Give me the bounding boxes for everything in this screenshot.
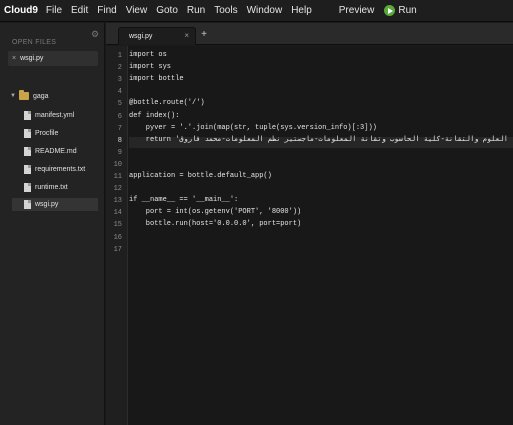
file-label: requirements.txt xyxy=(35,166,86,173)
menu-find[interactable]: Find xyxy=(97,5,116,16)
close-icon[interactable]: × xyxy=(12,55,16,62)
preview-button[interactable]: Preview xyxy=(339,5,375,16)
tab-bar: wsgi.py × + xyxy=(106,23,513,45)
sidebar: ⚙ OPEN FILES × wsgi.py ▼ gaga manifest.y… xyxy=(0,23,105,425)
code-line[interactable]: import bottle xyxy=(129,74,184,85)
code-line[interactable]: return 'إجابة العلوم والتقانة-كلية الحاس… xyxy=(129,135,513,146)
line-number: 4 xyxy=(117,88,122,97)
line-number: 11 xyxy=(113,173,122,181)
file-item-wsgi[interactable]: wsgi.py xyxy=(12,198,98,211)
file-icon xyxy=(24,129,31,138)
chevron-down-icon[interactable]: ▼ xyxy=(10,93,16,99)
line-number: 13 xyxy=(113,197,122,206)
file-icon xyxy=(24,165,31,174)
menu-window[interactable]: Window xyxy=(247,5,283,16)
line-number: 12 xyxy=(113,185,122,194)
code-line[interactable]: def index(): xyxy=(129,111,179,122)
file-label: README.md xyxy=(35,148,77,155)
app-brand[interactable]: Cloud9 xyxy=(4,5,38,16)
line-number: 8 xyxy=(117,136,122,145)
line-number: 9 xyxy=(117,148,122,157)
code-line[interactable]: port = int(os.getenv('PORT', '8000')) xyxy=(129,207,301,218)
close-icon[interactable]: × xyxy=(184,31,189,40)
line-number: 3 xyxy=(117,76,122,85)
new-tab-button[interactable]: + xyxy=(198,29,210,41)
menu-tools[interactable]: Tools xyxy=(214,5,237,16)
gear-icon[interactable]: ⚙ xyxy=(91,30,99,39)
file-item-procfile[interactable]: Procfile xyxy=(12,127,98,140)
code-line[interactable]: import os xyxy=(129,50,167,61)
run-icon xyxy=(384,5,396,16)
line-number: 15 xyxy=(113,221,122,230)
code-line[interactable]: pyver = '.'.join(map(str, tuple(sys.vers… xyxy=(129,123,377,134)
open-file-label: wsgi.py xyxy=(20,55,44,62)
menu-file[interactable]: File xyxy=(46,5,62,16)
menu-goto[interactable]: Goto xyxy=(156,5,178,16)
file-icon xyxy=(24,147,31,156)
code-line[interactable]: if __name__ == '__main__': xyxy=(129,195,238,206)
run-button[interactable]: Run xyxy=(384,5,417,16)
menu-view[interactable]: View xyxy=(126,5,148,16)
file-item-readme[interactable]: README.md xyxy=(12,145,98,158)
file-icon xyxy=(24,200,31,209)
line-number: 14 xyxy=(113,209,122,218)
code-line[interactable]: import sys xyxy=(129,62,171,73)
file-label: wsgi.py xyxy=(35,201,59,208)
line-number: 1 xyxy=(117,52,122,60)
tab-wsgi[interactable]: wsgi.py × xyxy=(118,27,196,45)
folder-label: gaga xyxy=(32,92,49,100)
run-label: Run xyxy=(398,5,417,16)
code-line[interactable]: bottle.run(host='0.0.0.0', port=port) xyxy=(129,219,301,230)
menu-bar: Cloud9 File Edit Find View Goto Run Tool… xyxy=(0,0,513,22)
open-files-label: OPEN FILES xyxy=(12,39,57,46)
code-line[interactable]: application = bottle.default_app() xyxy=(129,171,272,182)
file-label: runtime.txt xyxy=(35,184,68,191)
line-number: 10 xyxy=(113,160,122,169)
folder-icon xyxy=(18,90,29,100)
line-number: 2 xyxy=(117,64,122,73)
code-editor[interactable]: 1 2 3 4 5 6 7 8 9 10 11 12 13 14 15 16 17 import os impor… xyxy=(106,46,513,425)
file-item-runtime[interactable]: runtime.txt xyxy=(12,181,98,194)
line-number: 6 xyxy=(117,112,122,121)
line-number: 5 xyxy=(117,100,122,109)
file-item-manifest[interactable]: manifest.yml xyxy=(12,109,98,122)
file-label: manifest.yml xyxy=(35,112,75,119)
menu-run[interactable]: Run xyxy=(187,5,205,16)
file-icon xyxy=(24,183,31,192)
file-label: Procfile xyxy=(35,130,59,137)
line-number: 17 xyxy=(113,245,122,254)
folder-gaga[interactable]: ▼ gaga xyxy=(10,90,49,100)
tab-label: wsgi.py xyxy=(129,33,153,40)
menu-help[interactable]: Help xyxy=(291,5,312,16)
menu-edit[interactable]: Edit xyxy=(71,5,88,16)
line-number: 7 xyxy=(117,124,122,133)
code-line[interactable]: @bottle.route('/') xyxy=(129,98,205,109)
file-item-requirements[interactable]: requirements.txt xyxy=(12,163,98,176)
line-number: 16 xyxy=(113,233,122,242)
file-icon xyxy=(24,111,31,120)
line-gutter: 1 2 3 4 5 6 7 8 9 10 11 12 13 14 15 16 17 xyxy=(106,46,128,425)
open-file-item[interactable]: × wsgi.py xyxy=(8,51,98,66)
